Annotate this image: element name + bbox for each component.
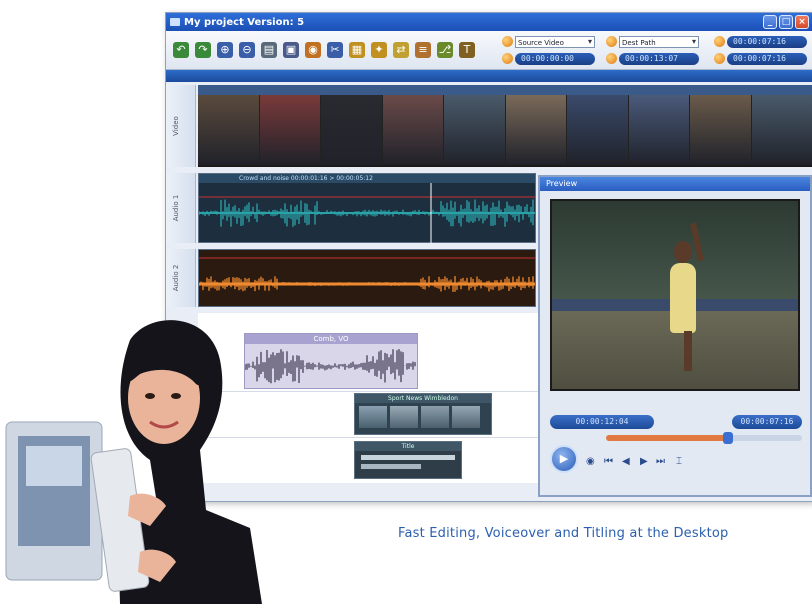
close-button[interactable]: × xyxy=(795,15,809,29)
video-track[interactable] xyxy=(198,85,812,167)
track-label-video: Video xyxy=(166,85,196,167)
toolbar-icons: ↶ ↷ ⊕ ⊖ ▤ ▣ ◉ ✂ ▦ ✦ ⇄ ≡ ⎇ T xyxy=(170,42,478,58)
video-thumbnail[interactable] xyxy=(751,95,812,165)
record-icon[interactable]: ◉ xyxy=(305,42,321,58)
title-thumb xyxy=(421,406,449,428)
title-text-clip-label: Title xyxy=(355,442,461,451)
track-label-audio-1: Audio 1 xyxy=(166,173,196,243)
title-clip-label: Sport News Wimbledon xyxy=(355,394,491,403)
person-eye xyxy=(145,393,155,399)
person-at-computer-illustration xyxy=(5,320,262,604)
duration-timecode-2[interactable]: 00:00:07:16 xyxy=(727,52,807,65)
audio-2-waveform xyxy=(198,257,535,292)
effects-icon[interactable]: ✦ xyxy=(371,42,387,58)
video-thumbnail[interactable] xyxy=(444,95,506,165)
monitor-window xyxy=(26,446,82,486)
video-thumbnail[interactable] xyxy=(505,95,567,165)
scrubber-handle[interactable] xyxy=(722,432,733,444)
title-text-line xyxy=(361,455,455,460)
video-clip-header xyxy=(198,85,812,95)
track-label-audio-2: Audio 2 xyxy=(166,249,196,307)
dest-controls: Dest Path 00:00:13:07 xyxy=(606,34,699,66)
title-bar: My project Version: 5 _ □ × xyxy=(166,13,812,31)
player-figure xyxy=(670,263,696,333)
video-thumbnail[interactable] xyxy=(198,95,260,165)
preview-title: Preview xyxy=(540,177,810,191)
play-button[interactable]: ▶ xyxy=(550,445,578,473)
audio-track-1[interactable]: Crowd and noise 00:00:01:16 > 00:00:05:1… xyxy=(198,173,536,243)
title-text-line xyxy=(361,464,421,469)
preview-timecode-right[interactable]: 00:00:07:16 xyxy=(732,415,802,429)
title-thumb xyxy=(452,406,480,428)
step-back-icon[interactable]: ◀ xyxy=(622,456,630,467)
preview-window: Preview 00:00:12:04 00:00:07:16 ▶ ◉ ⏮ ◀ … xyxy=(538,175,812,497)
source-dropdown[interactable]: Source Video xyxy=(515,35,595,48)
video-thumbnail[interactable] xyxy=(382,95,444,165)
voiceover-clip-label: Comb, VO xyxy=(245,334,417,344)
video-thumbnail[interactable] xyxy=(567,95,629,165)
duration-orb-icon[interactable] xyxy=(714,36,725,47)
minimize-button[interactable]: _ xyxy=(763,15,777,29)
window-title: My project Version: 5 xyxy=(184,16,305,28)
duration-controls: 00:00:07:16 00:00:07:16 xyxy=(714,34,807,66)
toolbar: ↶↷⊕⊖▤▣◉✂▦✦⇄≡⎇T Source Video 00:00:00:00 … xyxy=(166,31,812,70)
audio-1-clip-label: Crowd and noise 00:00:01:16 > 00:00:05:1… xyxy=(199,174,535,183)
player-head xyxy=(674,241,692,263)
caption: Fast Editing, Voiceover and Titling at t… xyxy=(398,526,729,541)
video-thumbnail[interactable] xyxy=(690,95,752,165)
stack-icon[interactable]: ≡ xyxy=(415,42,431,58)
dest-dropdown[interactable]: Dest Path xyxy=(619,35,699,48)
timeline-ruler[interactable] xyxy=(166,70,812,82)
skip-start-icon[interactable]: ⏮ xyxy=(604,456,613,467)
preview-video[interactable] xyxy=(550,199,800,391)
title-thumb xyxy=(390,406,418,428)
title-text-clip[interactable]: Title xyxy=(354,441,462,479)
voiceover-clip[interactable]: Comb, VO xyxy=(244,333,418,389)
tool-icon[interactable]: ✂ xyxy=(327,42,343,58)
text-icon[interactable]: T xyxy=(459,42,475,58)
save-icon[interactable]: ▣ xyxy=(283,42,299,58)
clip-icon[interactable]: ▦ xyxy=(349,42,365,58)
person-eye xyxy=(171,393,181,399)
source-controls: Source Video 00:00:00:00 xyxy=(502,34,595,66)
split-icon[interactable]: ⎇ xyxy=(437,42,453,58)
source-in-orb-icon[interactable] xyxy=(502,53,513,64)
title-thumb xyxy=(359,406,387,428)
player-leg xyxy=(684,331,692,371)
zoom-in-icon[interactable]: ⊕ xyxy=(217,42,233,58)
scrubber-fill xyxy=(606,435,728,441)
preview-timecode-left[interactable]: 00:00:12:04 xyxy=(550,415,654,429)
record-icon[interactable]: ◉ xyxy=(586,456,595,467)
maximize-button[interactable]: □ xyxy=(779,15,793,29)
source-orb-icon[interactable] xyxy=(502,36,513,47)
zoom-out-icon[interactable]: ⊖ xyxy=(239,42,255,58)
mark-icon[interactable]: ⌶ xyxy=(676,456,682,467)
audio-1-waveform xyxy=(199,183,535,243)
transition-icon[interactable]: ⇄ xyxy=(393,42,409,58)
preview-scrubber[interactable] xyxy=(606,432,802,444)
app-icon xyxy=(170,18,180,26)
redo-icon[interactable]: ↷ xyxy=(195,42,211,58)
duration-timecode-1[interactable]: 00:00:07:16 xyxy=(727,35,807,48)
audio-track-2[interactable] xyxy=(198,249,536,307)
undo-icon[interactable]: ↶ xyxy=(173,42,189,58)
library-icon[interactable]: ▤ xyxy=(261,42,277,58)
dest-timecode[interactable]: 00:00:13:07 xyxy=(619,52,699,65)
skip-end-icon[interactable]: ⏭ xyxy=(656,456,665,467)
dest-in-orb-icon[interactable] xyxy=(606,53,617,64)
video-thumbnail[interactable] xyxy=(628,95,690,165)
dest-orb-icon[interactable] xyxy=(606,36,617,47)
video-thumbnail[interactable] xyxy=(321,95,383,165)
window-buttons: _ □ × xyxy=(763,15,809,29)
title-clip[interactable]: Sport News Wimbledon xyxy=(354,393,492,435)
voiceover-waveform xyxy=(244,349,416,384)
video-thumbnail[interactable] xyxy=(259,95,321,165)
step-forward-icon[interactable]: ▶ xyxy=(640,456,648,467)
duration2-orb-icon[interactable] xyxy=(714,53,725,64)
source-timecode[interactable]: 00:00:00:00 xyxy=(515,52,595,65)
